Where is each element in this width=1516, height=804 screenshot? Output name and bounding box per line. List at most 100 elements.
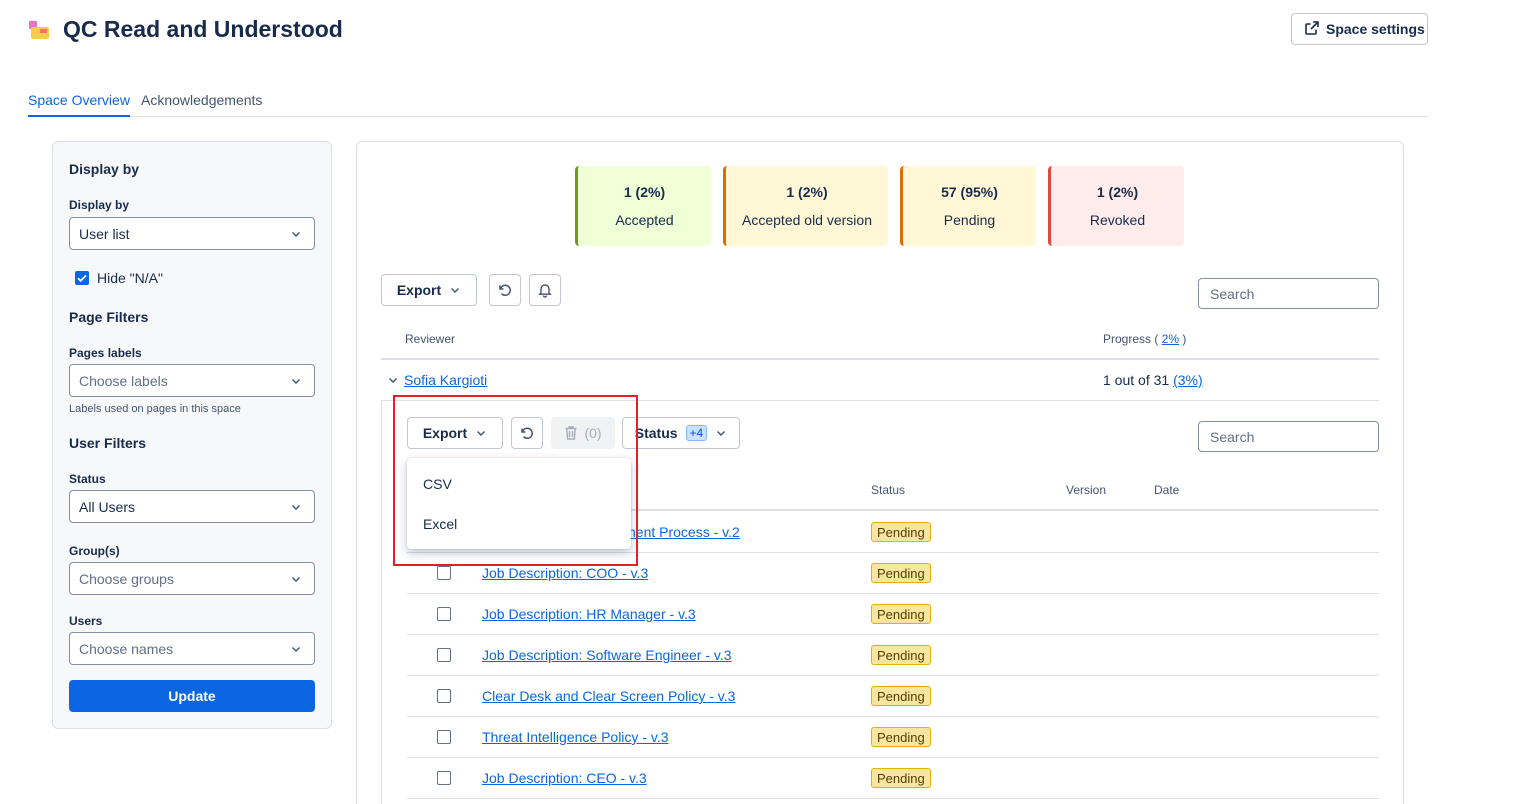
- refresh-button[interactable]: [489, 274, 521, 306]
- stat-value: 1 (2%): [1096, 184, 1139, 200]
- users-placeholder: Choose names: [79, 640, 174, 657]
- users-select[interactable]: Choose names: [69, 632, 315, 665]
- stat-value: 1 (2%): [786, 184, 828, 200]
- status-badge: Pending: [871, 768, 931, 788]
- divider: [407, 716, 1379, 717]
- row-checkbox[interactable]: [437, 730, 451, 744]
- page-link[interactable]: Job Description: HR Manager - v.3: [482, 606, 696, 622]
- row-checkbox[interactable]: [437, 607, 451, 621]
- status-filter-select[interactable]: All Users: [69, 490, 315, 523]
- refresh-icon: [499, 284, 511, 296]
- stat-label: Pending: [943, 212, 996, 228]
- row-checkbox[interactable]: [437, 689, 451, 703]
- pages-labels-helper: Labels used on pages in this space: [69, 403, 241, 415]
- col-reviewer: Reviewer: [405, 332, 456, 346]
- tab-acknowledgements[interactable]: Acknowledgements: [141, 92, 262, 117]
- col-status: Status: [871, 483, 906, 497]
- divider: [407, 798, 1379, 799]
- status-badge: Pending: [871, 522, 931, 542]
- display-by-label: Display by: [69, 198, 130, 212]
- hide-na-checkbox[interactable]: [75, 271, 89, 285]
- pages-labels-select[interactable]: Choose labels: [69, 364, 315, 397]
- groups-placeholder: Choose groups: [79, 570, 174, 587]
- chevron-down-icon: [292, 577, 300, 582]
- user-filters-heading: User Filters: [69, 435, 147, 451]
- status-filter-button[interactable]: Status +4: [622, 417, 740, 449]
- bell-icon: [538, 284, 552, 298]
- chevron-down-icon: [292, 232, 300, 237]
- update-button[interactable]: Update: [69, 680, 315, 712]
- status-badge: Pending: [871, 604, 931, 624]
- page-link[interactable]: Job Description: CEO - v.3: [482, 770, 647, 786]
- status-count-badge: +4: [685, 425, 708, 441]
- display-by-heading: Display by: [69, 161, 140, 177]
- stat-value: 57 (95%): [941, 184, 998, 200]
- row-checkbox[interactable]: [437, 648, 451, 662]
- page-link[interactable]: Threat Intelligence Policy - v.3: [482, 729, 669, 745]
- display-by-select[interactable]: User list: [69, 217, 315, 250]
- col-progress-prefix: Progress (: [1103, 332, 1159, 346]
- groups-label: Group(s): [69, 544, 120, 558]
- page-link[interactable]: nent Process - v.2: [628, 524, 740, 540]
- page-link[interactable]: Job Description: Software Engineer - v.3: [482, 647, 732, 663]
- chevron-down-icon: [292, 505, 300, 510]
- overall-progress-link[interactable]: 2%: [1162, 332, 1179, 346]
- divider: [407, 675, 1379, 676]
- tab-bar: Space Overview Acknowledgements: [28, 92, 1428, 117]
- col-date: Date: [1154, 483, 1180, 497]
- space-settings-label: Space settings: [1326, 21, 1425, 37]
- reviewer-progress-text: 1 out of 31: [1103, 372, 1170, 388]
- pages-labels-label: Pages labels: [69, 346, 142, 360]
- divider: [407, 634, 1379, 635]
- col-version: Version: [1066, 483, 1107, 497]
- notify-button[interactable]: [529, 274, 561, 306]
- groups-select[interactable]: Choose groups: [69, 562, 315, 595]
- reviewer-progress-link[interactable]: (3%): [1173, 372, 1203, 388]
- stat-label: Accepted old version: [742, 212, 872, 228]
- chevron-down-icon: [717, 431, 726, 436]
- users-label: Users: [69, 614, 103, 628]
- stat-label: Revoked: [1089, 212, 1146, 228]
- tab-space-overview[interactable]: Space Overview: [28, 92, 130, 117]
- divider: [381, 358, 1379, 360]
- chevron-down-icon: [292, 379, 300, 384]
- row-checkbox[interactable]: [437, 771, 451, 785]
- space-settings-button[interactable]: Space settings: [1291, 13, 1428, 45]
- page-link[interactable]: Job Description: COO - v.3: [482, 565, 648, 581]
- status-filter-label: Status: [69, 472, 106, 486]
- export-label: Export: [396, 282, 442, 298]
- reviewer-name-link[interactable]: Sofia Kargioti: [404, 372, 487, 388]
- status-badge: Pending: [871, 727, 931, 747]
- expand-chevron-icon[interactable]: [387, 373, 399, 391]
- stat-card-accepted: 1 (2%) Accepted: [575, 166, 711, 246]
- divider: [407, 593, 1379, 594]
- page-link[interactable]: Clear Desk and Clear Screen Policy - v.3: [482, 688, 735, 704]
- space-logo-icon: [28, 20, 52, 40]
- expanded-section-border: [381, 400, 382, 804]
- status-filter-value: All Users: [79, 498, 136, 515]
- display-by-value: User list: [79, 225, 130, 242]
- filter-panel: Display by Display by User list Hide "N/…: [52, 141, 332, 729]
- col-progress: Progress ( 2% ): [1103, 332, 1186, 346]
- row-checkbox[interactable]: [437, 566, 451, 580]
- page-title: QC Read and Understood: [63, 16, 343, 42]
- page-search-input[interactable]: Search: [1198, 421, 1379, 452]
- col-progress-suffix: ): [1182, 332, 1187, 346]
- export-button[interactable]: Export: [381, 274, 477, 306]
- pages-labels-placeholder: Choose labels: [79, 372, 168, 389]
- stat-card-pending: 57 (95%) Pending: [900, 166, 1036, 246]
- check-icon: [77, 274, 87, 283]
- page-filters-heading: Page Filters: [69, 309, 149, 325]
- status-badge: Pending: [871, 686, 931, 706]
- status-filter-label: Status: [634, 425, 678, 441]
- hide-na-label: Hide "N/A": [97, 270, 163, 286]
- chevron-down-icon: [451, 288, 460, 293]
- stat-card-accepted-old-version: 1 (2%) Accepted old version: [723, 166, 888, 246]
- chevron-down-icon: [292, 647, 300, 652]
- stat-card-revoked: 1 (2%) Revoked: [1048, 166, 1184, 246]
- status-badge: Pending: [871, 645, 931, 665]
- stat-value: 1 (2%): [623, 184, 666, 200]
- reviewer-search-input[interactable]: Search: [1198, 278, 1379, 309]
- divider: [407, 757, 1379, 758]
- status-badge: Pending: [871, 563, 931, 583]
